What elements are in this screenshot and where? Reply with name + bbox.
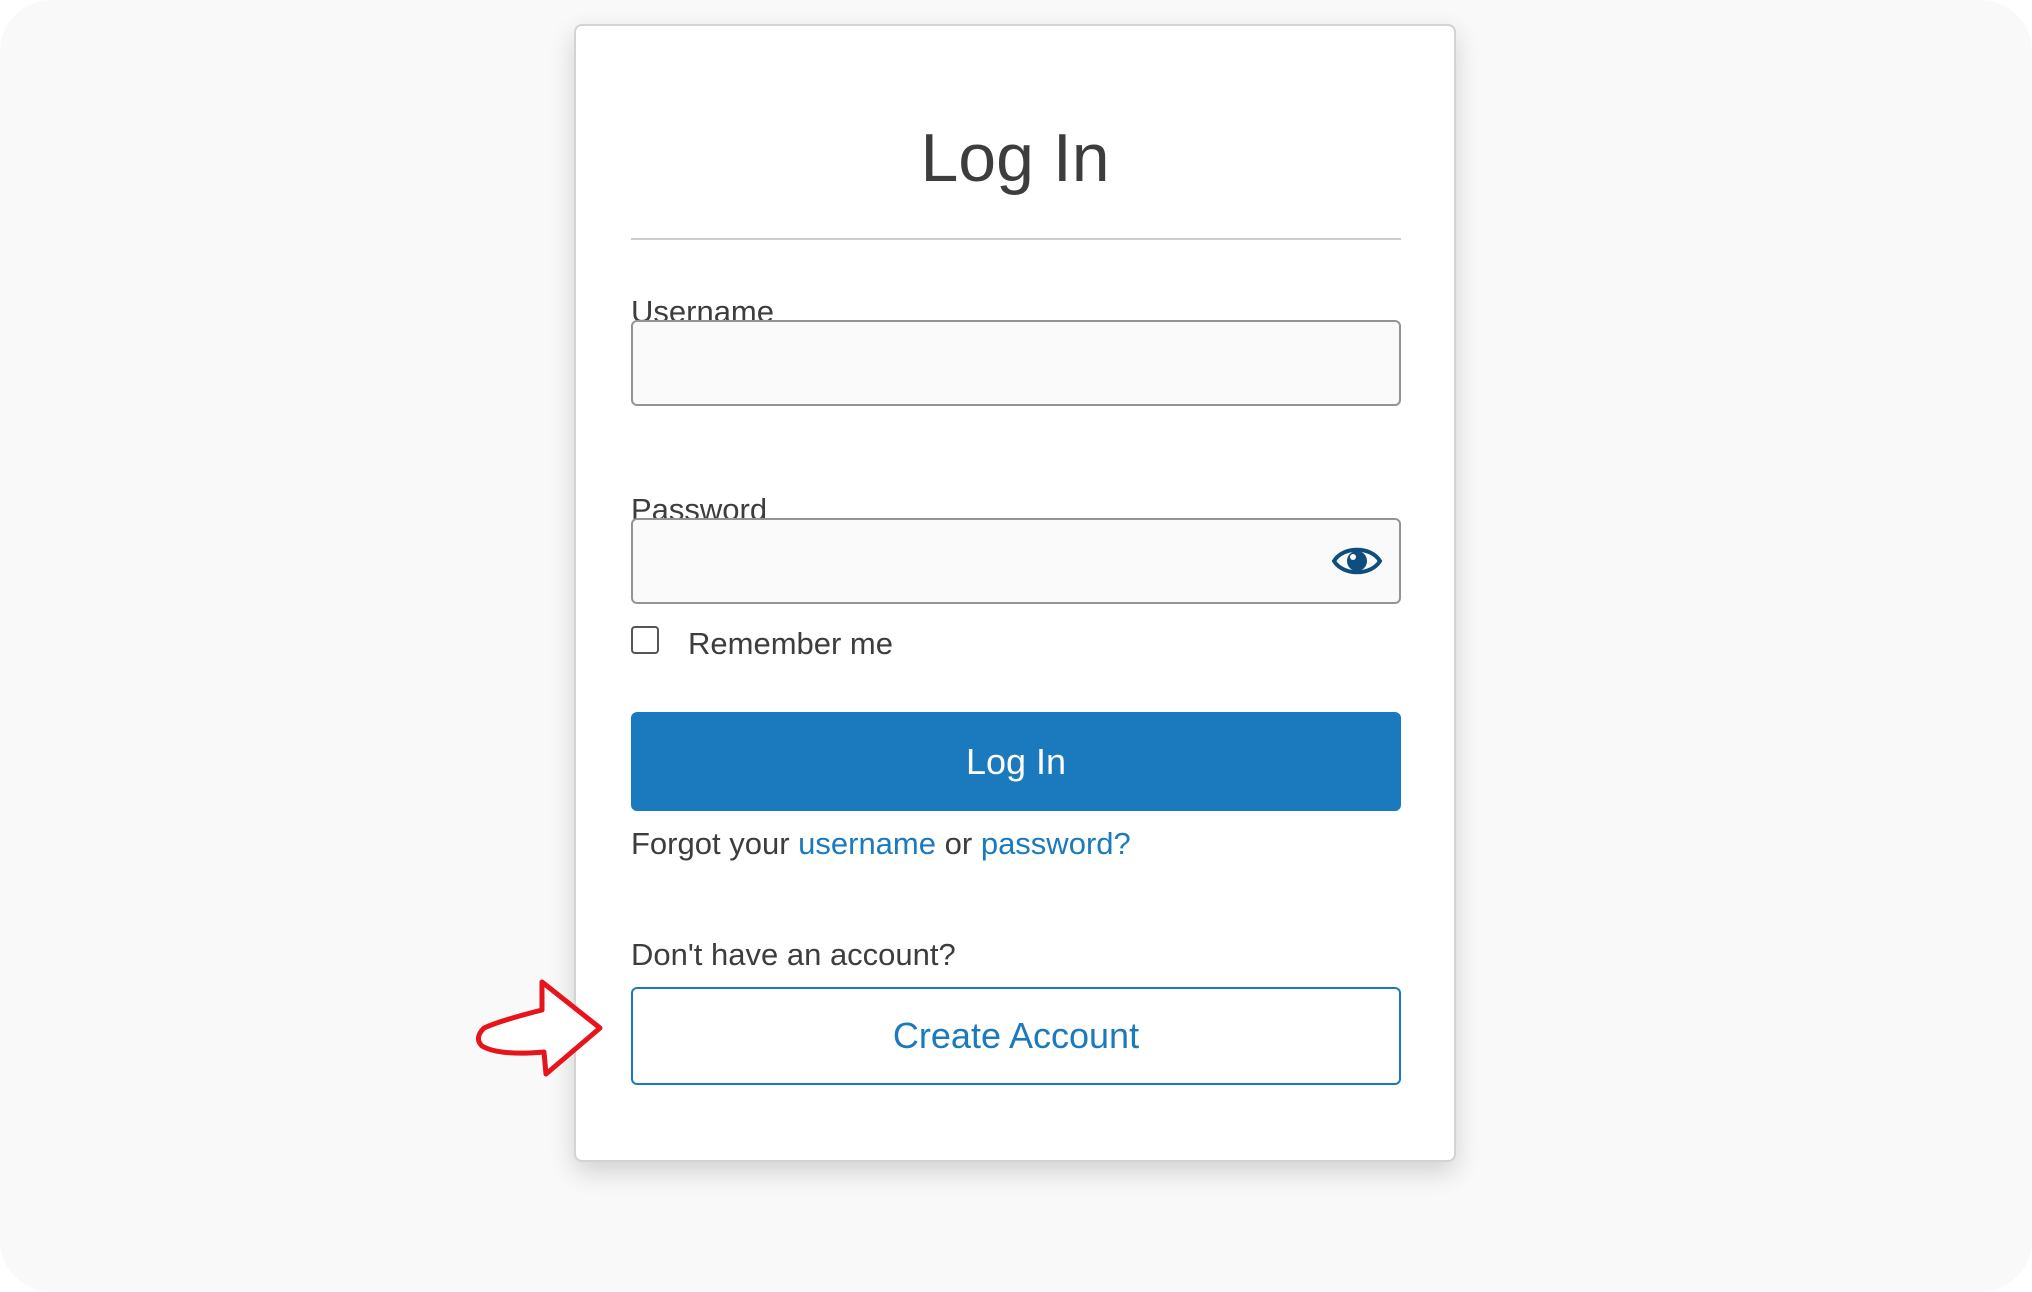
forgot-username-link[interactable]: username — [798, 826, 936, 861]
eye-icon[interactable] — [1331, 541, 1383, 581]
login-button[interactable]: Log In — [631, 712, 1401, 811]
create-account-button[interactable]: Create Account — [631, 987, 1401, 1085]
remember-me-checkbox[interactable] — [631, 626, 659, 654]
remember-me-label[interactable]: Remember me — [688, 628, 893, 659]
username-field[interactable] — [631, 320, 1401, 406]
password-field[interactable] — [631, 518, 1401, 604]
title-divider — [631, 238, 1401, 240]
arrow-pointer-icon — [476, 979, 603, 1077]
no-account-text: Don't have an account? — [631, 937, 956, 972]
login-card: Log In Username Password Remember me Log… — [574, 24, 1456, 1162]
forgot-or: or — [944, 826, 973, 861]
forgot-prefix: Forgot your — [631, 826, 790, 861]
forgot-credentials-text: Forgot your username or password? — [631, 828, 1131, 859]
page-title: Log In — [920, 120, 1110, 196]
forgot-password-link[interactable]: password? — [981, 826, 1131, 861]
